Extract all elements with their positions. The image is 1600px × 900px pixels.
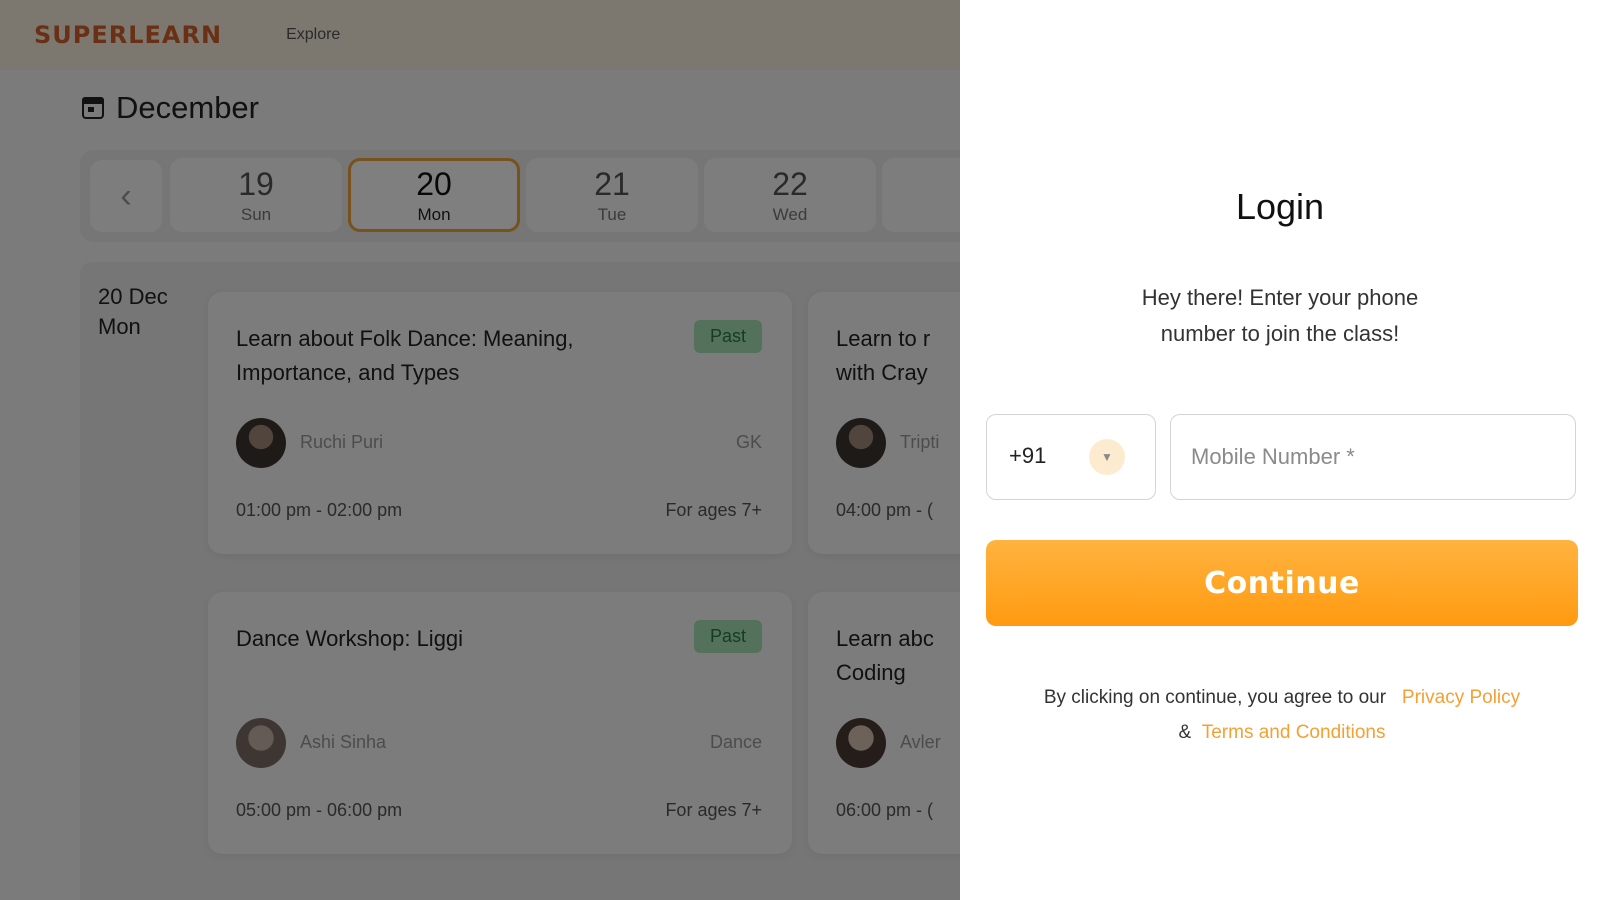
login-drawer: Login Hey there! Enter your phone number… — [960, 0, 1600, 900]
chevron-down-icon[interactable]: ▼ — [1089, 439, 1125, 475]
terms-conditions-link[interactable]: Terms and Conditions — [1202, 722, 1386, 743]
privacy-policy-link[interactable]: Privacy Policy — [1402, 687, 1520, 708]
country-code-select[interactable]: +91 ▼ — [986, 414, 1156, 500]
country-code-value: +91 — [1009, 443, 1047, 468]
terms-text: By clicking on continue, you agree to ou… — [986, 680, 1578, 750]
login-subtitle: Hey there! Enter your phone number to jo… — [1080, 280, 1480, 352]
login-subtitle-line: Hey there! Enter your phone — [1141, 285, 1419, 310]
login-title: Login — [1235, 186, 1325, 227]
terms-amp: & — [1178, 722, 1192, 743]
terms-prefix: By clicking on continue, you agree to ou… — [1043, 687, 1387, 708]
mobile-number-input[interactable] — [1170, 414, 1576, 500]
continue-button[interactable]: Continue — [986, 540, 1578, 626]
modal-backdrop[interactable] — [0, 0, 960, 900]
login-subtitle-line: number to join the class! — [1160, 321, 1400, 346]
